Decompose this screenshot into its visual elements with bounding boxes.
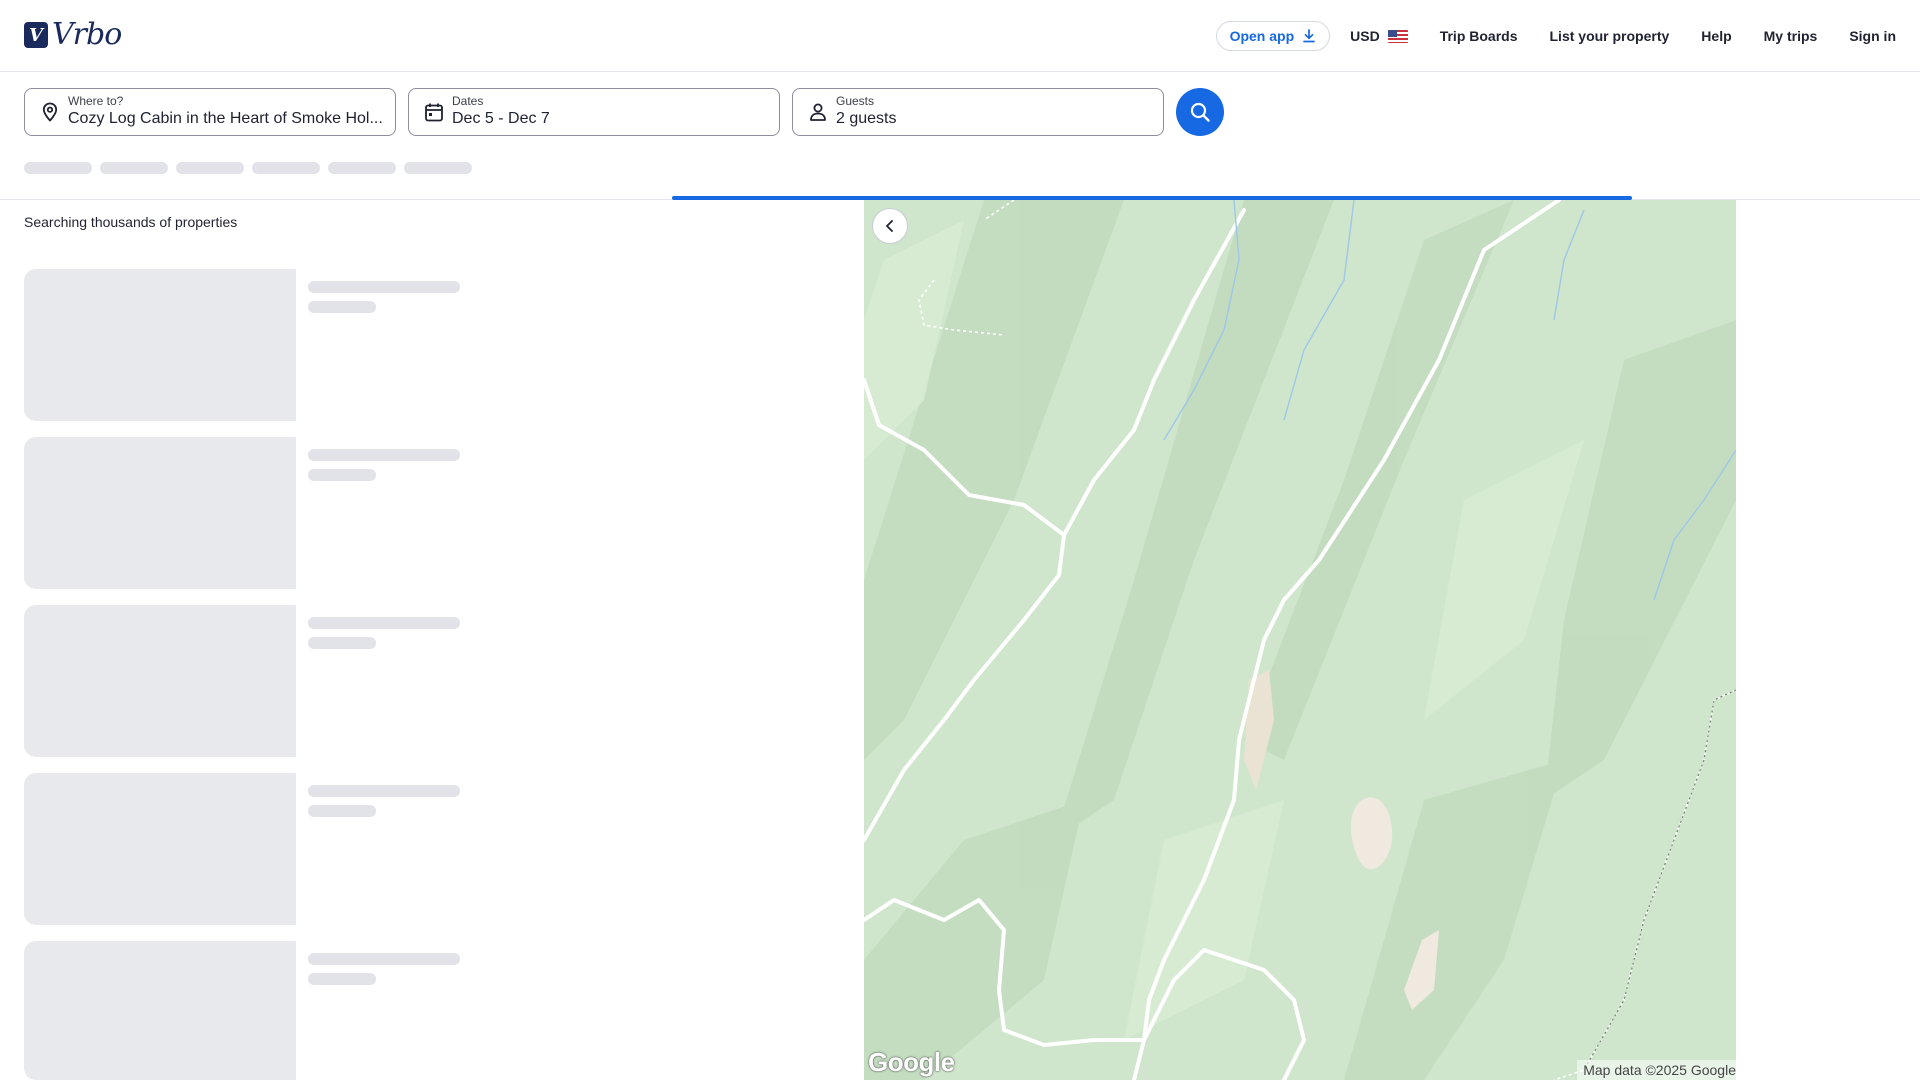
vrbo-logo[interactable]: V Vrbo	[24, 17, 122, 52]
filter-pill-placeholder	[100, 162, 168, 174]
header-nav: Open app USD Trip Boards List your prope…	[1215, 20, 1896, 52]
destination-value[interactable]: Cozy Log Cabin in the Heart of Smoke Hol…	[68, 110, 383, 128]
logo-wordmark: Vrbo	[52, 17, 122, 52]
map-terrain	[864, 200, 1736, 1080]
nav-sign-in[interactable]: Sign in	[1849, 28, 1896, 44]
guests-value[interactable]: 2 guests	[836, 110, 896, 128]
location-pin-icon	[42, 102, 58, 122]
filter-pill-placeholder	[252, 162, 320, 174]
nav-help[interactable]: Help	[1701, 28, 1731, 44]
listing-subtitle-placeholder	[308, 301, 376, 313]
search-status-text: Searching thousands of properties	[24, 214, 238, 230]
collapse-map-button[interactable]	[872, 208, 908, 244]
chevron-left-icon	[886, 220, 893, 232]
nav-my-trips[interactable]: My trips	[1764, 28, 1818, 44]
nav-trip-boards[interactable]: Trip Boards	[1440, 28, 1518, 44]
results-map[interactable]: Google Map data ©2025 Google	[864, 200, 1736, 1080]
listing-subtitle-placeholder	[308, 469, 376, 481]
open-app-button[interactable]: Open app	[1215, 21, 1331, 51]
listing-card-placeholder	[24, 605, 296, 757]
listing-title-placeholder	[308, 953, 460, 965]
person-icon	[810, 103, 826, 121]
listing-card-placeholder	[24, 437, 296, 589]
dates-field[interactable]: Dates Dec 5 - Dec 7	[408, 88, 780, 136]
filter-pill-placeholder	[176, 162, 244, 174]
search-button[interactable]	[1176, 88, 1224, 136]
listing-card-placeholder	[24, 941, 296, 1080]
open-app-label: Open app	[1229, 28, 1295, 44]
dates-value[interactable]: Dec 5 - Dec 7	[452, 110, 550, 128]
calendar-icon	[425, 103, 443, 122]
filter-pill-placeholder	[404, 162, 472, 174]
listing-subtitle-placeholder	[308, 973, 376, 985]
listing-title-placeholder	[308, 449, 460, 461]
map-attribution[interactable]: Map data ©2025 Google	[1577, 1060, 1736, 1080]
currency-label: USD	[1350, 28, 1380, 44]
dates-label: Dates	[452, 94, 484, 108]
filter-pill-placeholder	[24, 162, 92, 174]
listing-subtitle-placeholder	[308, 805, 376, 817]
filter-pill-placeholder	[328, 162, 396, 174]
search-icon	[1190, 102, 1210, 122]
listing-subtitle-placeholder	[308, 637, 376, 649]
destination-field[interactable]: Where to? Cozy Log Cabin in the Heart of…	[24, 88, 396, 136]
listing-title-placeholder	[308, 281, 460, 293]
currency-selector[interactable]: USD	[1350, 28, 1408, 44]
destination-label: Where to?	[68, 94, 124, 108]
site-header: V Vrbo Open app USD Trip Boards List you…	[0, 0, 1920, 72]
logo-mark: V	[24, 22, 48, 48]
download-icon	[1303, 29, 1315, 43]
guests-label: Guests	[836, 94, 875, 108]
listing-card-placeholder	[24, 773, 296, 925]
listing-card-placeholder	[24, 269, 296, 421]
us-flag-icon	[1387, 29, 1408, 43]
guests-field[interactable]: Guests 2 guests	[792, 88, 1164, 136]
nav-list-your-property[interactable]: List your property	[1550, 28, 1670, 44]
listing-title-placeholder	[308, 617, 460, 629]
google-logo: Google	[868, 1047, 955, 1077]
listing-title-placeholder	[308, 785, 460, 797]
